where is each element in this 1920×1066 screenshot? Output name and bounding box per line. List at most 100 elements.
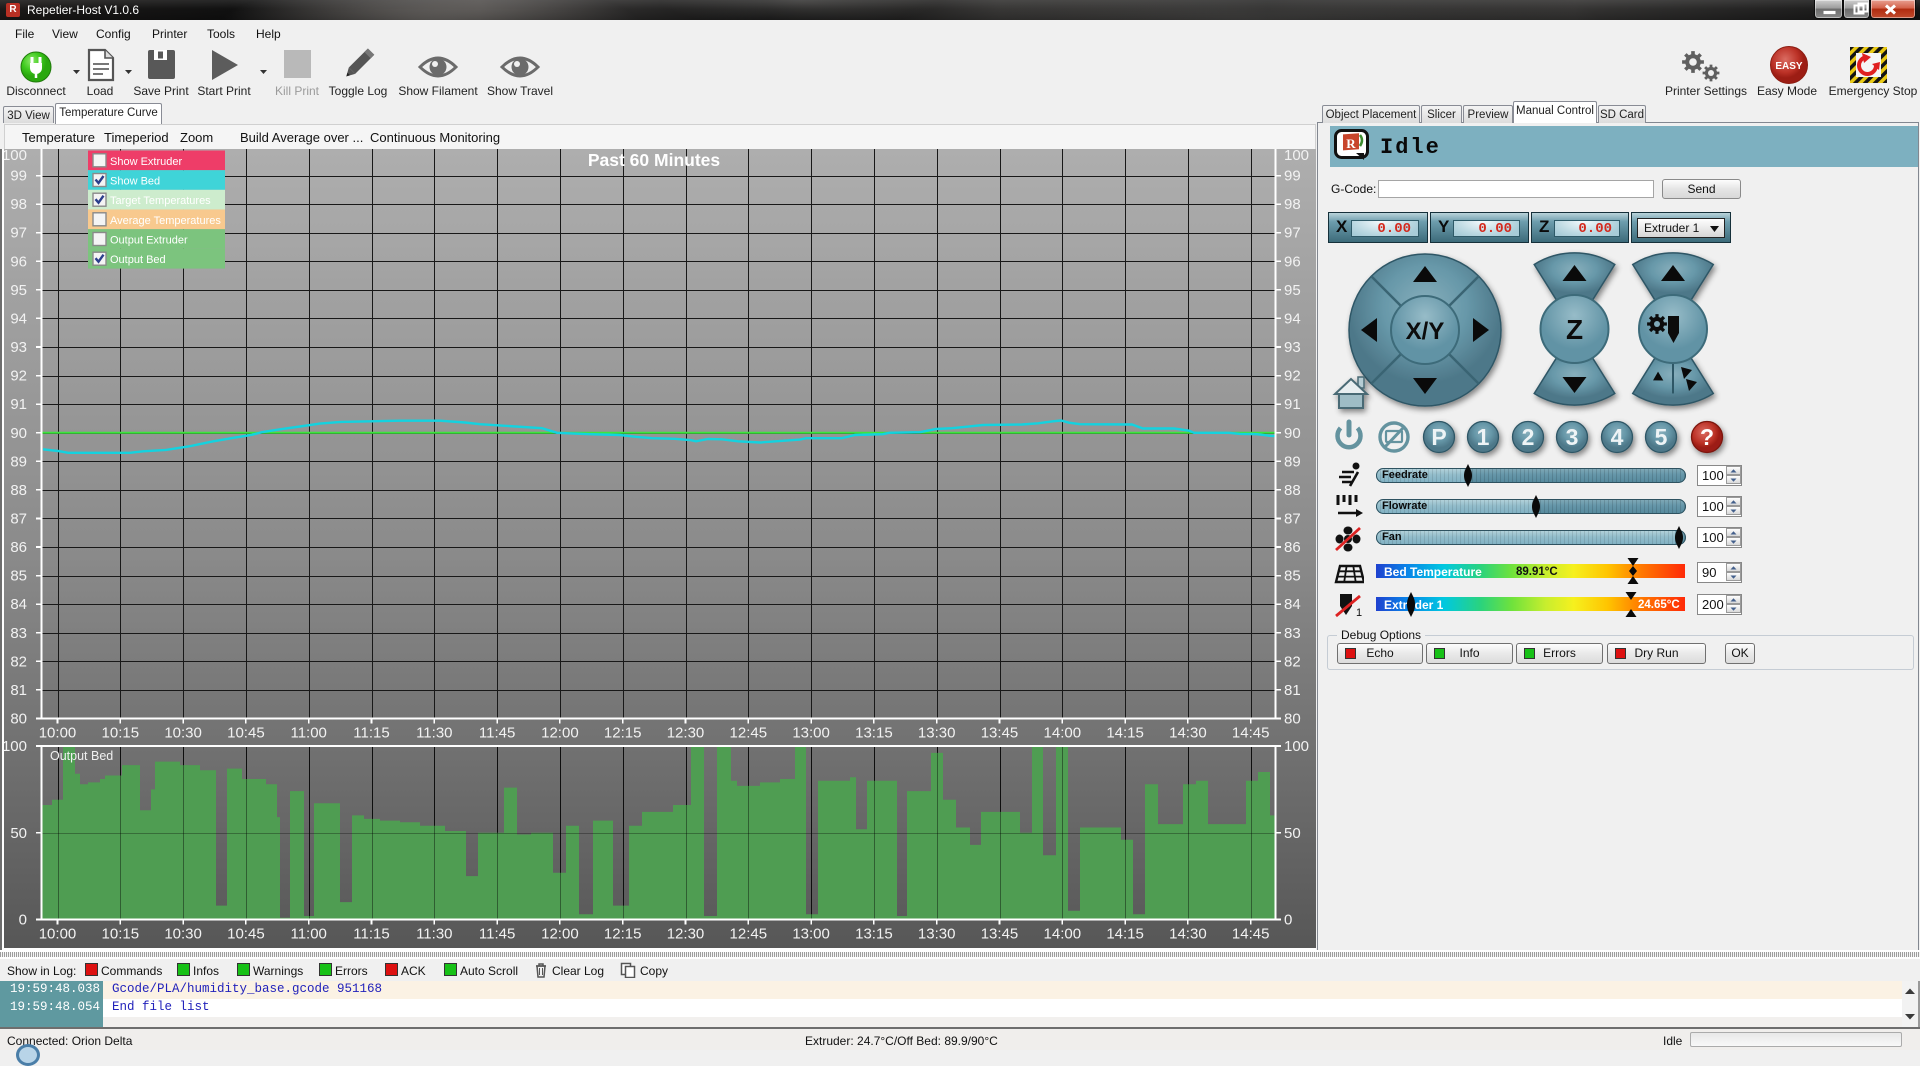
- svg-text:96: 96: [1284, 253, 1301, 270]
- svg-text:92: 92: [1284, 368, 1301, 385]
- svg-text:11:45: 11:45: [479, 725, 515, 742]
- svg-text:88: 88: [10, 482, 27, 499]
- svg-text:50: 50: [1284, 825, 1301, 842]
- svg-text:100: 100: [1284, 738, 1309, 755]
- svg-text:Z: Z: [1566, 314, 1583, 345]
- svg-text:12:45: 12:45: [730, 926, 768, 943]
- svg-text:12:00: 12:00: [541, 926, 579, 943]
- svg-text:14:15: 14:15: [1106, 926, 1144, 943]
- svg-text:85: 85: [1284, 568, 1301, 585]
- svg-text:11:00: 11:00: [290, 926, 326, 943]
- svg-text:11:00: 11:00: [290, 725, 326, 742]
- svg-text:11:45: 11:45: [479, 926, 515, 943]
- svg-text:80: 80: [1284, 711, 1301, 728]
- svg-text:14:00: 14:00: [1044, 725, 1082, 742]
- svg-text:91: 91: [1284, 396, 1301, 413]
- svg-text:81: 81: [1284, 682, 1301, 699]
- svg-text:90: 90: [1284, 425, 1301, 442]
- svg-text:12:00: 12:00: [541, 725, 579, 742]
- svg-text:82: 82: [10, 653, 27, 670]
- svg-text:92: 92: [10, 368, 27, 385]
- svg-text:87: 87: [1284, 511, 1301, 528]
- svg-text:94: 94: [10, 310, 27, 327]
- svg-text:80: 80: [10, 711, 27, 728]
- svg-text:97: 97: [1284, 225, 1301, 242]
- svg-text:14:30: 14:30: [1169, 926, 1207, 943]
- svg-text:14:15: 14:15: [1106, 725, 1144, 742]
- svg-text:11:15: 11:15: [353, 725, 389, 742]
- svg-text:10:00: 10:00: [39, 725, 77, 742]
- svg-text:Target Temperatures: Target Temperatures: [110, 195, 211, 207]
- svg-text:95: 95: [10, 282, 27, 299]
- svg-text:13:00: 13:00: [792, 725, 830, 742]
- svg-text:14:00: 14:00: [1044, 926, 1082, 943]
- svg-text:85: 85: [10, 568, 27, 585]
- svg-text:93: 93: [1284, 339, 1301, 356]
- svg-text:11:30: 11:30: [416, 725, 452, 742]
- svg-text:89: 89: [1284, 453, 1301, 470]
- svg-text:10:30: 10:30: [164, 926, 202, 943]
- svg-text:98: 98: [1284, 196, 1301, 213]
- svg-text:X/Y: X/Y: [1406, 318, 1445, 345]
- svg-text:50: 50: [10, 825, 27, 842]
- svg-text:90: 90: [10, 425, 27, 442]
- svg-text:89: 89: [10, 453, 27, 470]
- svg-text:R: R: [1346, 136, 1356, 151]
- svg-text:13:45: 13:45: [981, 926, 1019, 943]
- svg-text:13:30: 13:30: [918, 725, 956, 742]
- svg-text:14:45: 14:45: [1232, 926, 1270, 943]
- svg-text:91: 91: [10, 396, 27, 413]
- svg-text:Output Extruder: Output Extruder: [110, 235, 188, 247]
- svg-text:87: 87: [10, 511, 27, 528]
- svg-text:12:15: 12:15: [604, 725, 642, 742]
- svg-text:13:45: 13:45: [981, 725, 1019, 742]
- svg-text:86: 86: [10, 539, 27, 556]
- svg-text:84: 84: [10, 596, 27, 613]
- svg-text:97: 97: [10, 225, 27, 242]
- svg-text:Average Temperatures: Average Temperatures: [110, 215, 221, 227]
- svg-text:100: 100: [1284, 149, 1309, 164]
- svg-text:13:30: 13:30: [918, 926, 956, 943]
- svg-text:11:30: 11:30: [416, 926, 452, 943]
- svg-text:10:45: 10:45: [227, 926, 265, 943]
- svg-text:Show Extruder: Show Extruder: [110, 156, 182, 168]
- svg-text:0: 0: [19, 912, 27, 929]
- svg-text:99: 99: [10, 168, 27, 185]
- svg-text:84: 84: [1284, 596, 1301, 613]
- svg-text:93: 93: [10, 339, 27, 356]
- svg-text:10:30: 10:30: [164, 725, 202, 742]
- svg-text:1: 1: [1477, 424, 1490, 450]
- svg-text:4: 4: [1611, 424, 1624, 450]
- svg-text:10:00: 10:00: [39, 926, 77, 943]
- svg-text:83: 83: [10, 625, 27, 642]
- svg-text:10:45: 10:45: [227, 725, 265, 742]
- svg-text:98: 98: [10, 196, 27, 213]
- svg-text:11:15: 11:15: [353, 926, 389, 943]
- svg-text:96: 96: [10, 253, 27, 270]
- svg-text:13:15: 13:15: [855, 926, 893, 943]
- svg-text:12:30: 12:30: [667, 725, 705, 742]
- svg-text:12:45: 12:45: [730, 725, 768, 742]
- svg-text:12:30: 12:30: [667, 926, 705, 943]
- svg-text:1: 1: [1356, 607, 1362, 619]
- svg-text:14:30: 14:30: [1169, 725, 1207, 742]
- svg-text:12:15: 12:15: [604, 926, 642, 943]
- svg-text:Show Bed: Show Bed: [110, 176, 160, 188]
- svg-text:13:15: 13:15: [855, 725, 893, 742]
- svg-text:83: 83: [1284, 625, 1301, 642]
- svg-text:2: 2: [1522, 424, 1535, 450]
- svg-text:81: 81: [10, 682, 27, 699]
- svg-text:13:00: 13:00: [792, 926, 830, 943]
- svg-text:EASY: EASY: [1775, 61, 1803, 72]
- svg-text:100: 100: [4, 738, 27, 755]
- svg-text:94: 94: [1284, 310, 1301, 327]
- svg-text:Past 60 Minutes: Past 60 Minutes: [588, 150, 721, 170]
- svg-text:P: P: [1431, 424, 1446, 450]
- svg-text:Output Bed: Output Bed: [50, 749, 113, 763]
- svg-text:3: 3: [1566, 424, 1579, 450]
- svg-text:99: 99: [1284, 168, 1301, 185]
- svg-text:10:15: 10:15: [102, 926, 140, 943]
- svg-text:10:15: 10:15: [102, 725, 140, 742]
- svg-text:82: 82: [1284, 653, 1301, 670]
- svg-text:86: 86: [1284, 539, 1301, 556]
